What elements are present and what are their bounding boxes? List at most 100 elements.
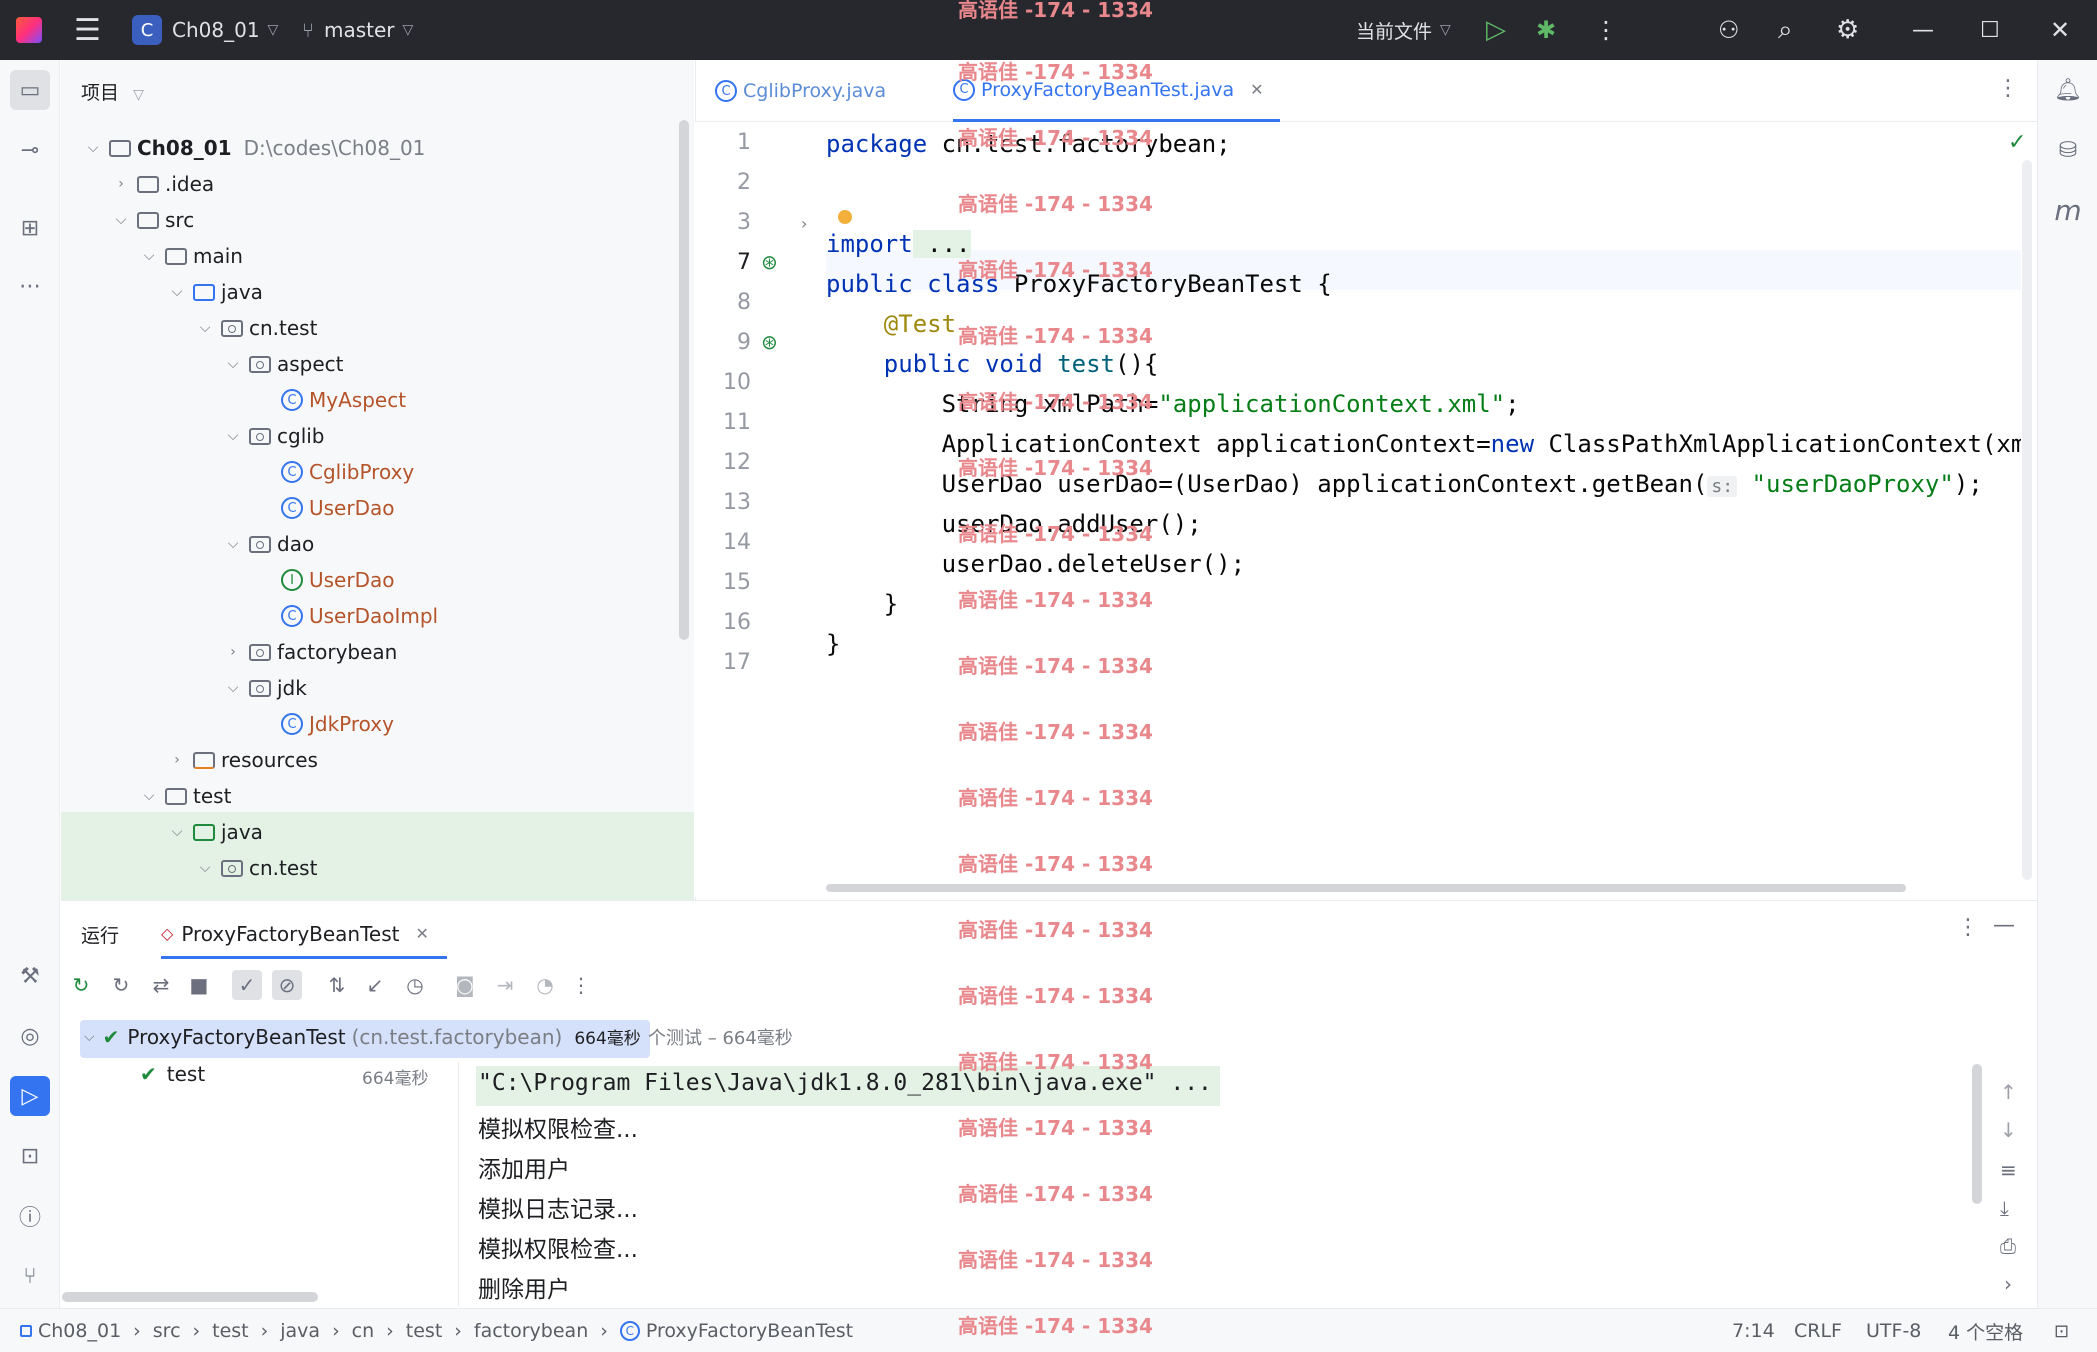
project-scrollbar[interactable] bbox=[679, 120, 689, 640]
tree-item[interactable]: › .idea bbox=[111, 166, 214, 202]
more-icon[interactable]: ⋮ bbox=[566, 970, 596, 1000]
run-panel-options-icon[interactable]: ⋮ bbox=[1957, 915, 1979, 940]
horizontal-scrollbar[interactable] bbox=[826, 884, 1906, 892]
code-editor[interactable]: package cn.test.factorybean; import ... … bbox=[826, 122, 2021, 892]
tree-item[interactable]: ⌵ cn.test bbox=[195, 850, 318, 886]
rerun-failed-icon[interactable]: ↻ bbox=[106, 970, 136, 1000]
breadcrumb-item[interactable]: test bbox=[212, 1320, 249, 1342]
hide-panel-icon[interactable]: — bbox=[1993, 913, 2015, 938]
project-folder-icon[interactable]: ▭ bbox=[10, 70, 50, 110]
more-tools-icon[interactable]: ⋯ bbox=[10, 266, 50, 306]
lock-icon[interactable]: ⊡ bbox=[2054, 1309, 2069, 1352]
tree-item[interactable]: I UserDao bbox=[281, 562, 394, 598]
breadcrumb-item[interactable]: cn bbox=[352, 1320, 375, 1342]
file-encoding[interactable]: UTF-8 bbox=[1866, 1309, 1921, 1352]
problems-icon[interactable]: ⓘ bbox=[10, 1196, 50, 1236]
fold-chevron-icon[interactable]: › bbox=[801, 214, 807, 233]
breadcrumb-item[interactable]: java bbox=[280, 1320, 320, 1342]
show-ignored-icon[interactable]: ⊘ bbox=[272, 970, 302, 1000]
project-switcher[interactable]: C Ch08_01 ▽ bbox=[132, 0, 278, 60]
coverage-icon[interactable]: ◔ bbox=[530, 970, 560, 1000]
tree-item[interactable]: › factorybean bbox=[223, 634, 397, 670]
close-tab-icon[interactable]: ✕ bbox=[1250, 80, 1263, 99]
main-menu-icon[interactable]: ☰ bbox=[74, 0, 101, 60]
terminal-icon[interactable]: ⊡ bbox=[10, 1136, 50, 1176]
console-scrollbar[interactable] bbox=[1972, 1064, 1982, 1204]
show-passed-icon[interactable]: ✓ bbox=[232, 970, 262, 1000]
test-tree-scrollbar[interactable] bbox=[62, 1292, 318, 1302]
more-actions-icon[interactable]: ⋮ bbox=[1594, 0, 1618, 60]
maven-icon[interactable]: m bbox=[2048, 190, 2088, 230]
tree-item[interactable]: ⌵ dao bbox=[223, 526, 315, 562]
run-test-class-icon[interactable]: ⊛ bbox=[761, 250, 778, 274]
tab-cglibproxy[interactable]: C CglibProxy.java bbox=[715, 60, 886, 122]
export-icon[interactable]: ⇥ bbox=[490, 970, 520, 1000]
search-icon[interactable]: ⌕ bbox=[1778, 0, 1793, 60]
run-tab[interactable]: ◇ ProxyFactoryBeanTest ✕ bbox=[161, 911, 447, 959]
project-panel-header[interactable]: 项目 ▽ bbox=[81, 78, 144, 105]
more-chevron-icon[interactable]: › bbox=[2004, 1272, 2012, 1296]
tree-item[interactable]: C UserDao bbox=[281, 490, 394, 526]
close-window-icon[interactable]: ✕ bbox=[2050, 0, 2070, 60]
tree-item[interactable]: C CglibProxy bbox=[281, 454, 414, 490]
tree-item[interactable]: ⌵ jdk bbox=[223, 670, 307, 706]
scroll-to-end-icon[interactable]: ⤓ bbox=[2000, 1196, 2009, 1220]
print-icon[interactable]: ⎙ bbox=[2000, 1234, 2016, 1258]
run-tool-icon[interactable]: ▷ bbox=[10, 1076, 50, 1116]
test-child-row[interactable]: ✔ test bbox=[140, 1062, 205, 1086]
tab-proxyfactorybeantest[interactable]: C ProxyFactoryBeanTest.java ✕ bbox=[953, 60, 1280, 122]
rerun-icon[interactable]: ↻ bbox=[66, 970, 96, 1000]
tree-item[interactable]: › resources bbox=[167, 742, 318, 778]
tree-item[interactable]: ⌵ main bbox=[139, 238, 243, 274]
soft-wrap-icon[interactable]: ≡ bbox=[2000, 1158, 2017, 1182]
maximize-icon[interactable]: ☐ bbox=[1980, 0, 2000, 60]
breadcrumb-item[interactable]: test bbox=[406, 1320, 443, 1342]
breadcrumb-item[interactable]: src bbox=[153, 1320, 181, 1342]
structure-icon[interactable]: ⊞ bbox=[10, 208, 50, 248]
close-tab-icon[interactable]: ✕ bbox=[416, 924, 429, 943]
git-icon[interactable]: ⑂ bbox=[10, 1256, 50, 1296]
settings-gear-icon[interactable]: ⚙ bbox=[1836, 0, 1859, 60]
services-icon[interactable]: ◎ bbox=[10, 1016, 50, 1056]
tree-item[interactable]: ⌵ java bbox=[167, 274, 263, 310]
toggle-auto-test-icon[interactable]: ⇄ bbox=[146, 970, 176, 1000]
tree-item[interactable]: C JdkProxy bbox=[281, 706, 394, 742]
scroll-up-icon[interactable]: ↑ bbox=[2000, 1080, 2017, 1104]
breadcrumb-item[interactable]: Ch08_01 bbox=[38, 1320, 121, 1342]
tree-item[interactable]: C MyAspect bbox=[281, 382, 406, 418]
minimize-icon[interactable]: — bbox=[1912, 0, 1934, 60]
collapse-icon[interactable]: ↙ bbox=[360, 970, 390, 1000]
commit-icon[interactable]: ⊸ bbox=[10, 130, 50, 170]
scroll-down-icon[interactable]: ↓ bbox=[2000, 1118, 2017, 1142]
database-icon[interactable]: ⛁ bbox=[2048, 130, 2088, 170]
build-hammer-icon[interactable]: ⚒ bbox=[10, 956, 50, 996]
snapshot-camera-icon[interactable]: ◙ bbox=[450, 970, 480, 1000]
tree-root[interactable]: ⌵ Ch08_01 D:\codes\Ch08_01 bbox=[83, 130, 426, 166]
debug-icon[interactable]: ✱ bbox=[1536, 0, 1556, 60]
breadcrumb-item[interactable]: ProxyFactoryBeanTest bbox=[646, 1320, 853, 1342]
tree-item[interactable]: ⌵ java bbox=[167, 814, 263, 850]
tree-item[interactable]: C UserDaoImpl bbox=[281, 598, 438, 634]
breadcrumb-item[interactable]: factorybean bbox=[474, 1320, 588, 1342]
run-config-selector[interactable]: 当前文件 ▽ bbox=[1356, 0, 1451, 60]
stop-icon[interactable]: ■ bbox=[184, 970, 214, 1000]
notifications-bell-icon[interactable]: 🔔︎ bbox=[2048, 70, 2088, 110]
run-test-method-icon[interactable]: ⊛ bbox=[761, 330, 778, 354]
add-user-icon[interactable]: ⚇ bbox=[1718, 0, 1740, 60]
line-separator[interactable]: CRLF bbox=[1794, 1309, 1842, 1352]
branch-switcher[interactable]: ⑂ master ▽ bbox=[302, 0, 413, 60]
editor-scrollbar[interactable] bbox=[2022, 160, 2032, 880]
tree-item[interactable]: ⌵ src bbox=[111, 202, 195, 238]
sort-icon[interactable]: ⇅ bbox=[322, 970, 352, 1000]
tab-options-icon[interactable]: ⋮ bbox=[1997, 76, 2019, 101]
test-root-row[interactable]: ⌵ ✔ ProxyFactoryBeanTest (cn.test.factor… bbox=[84, 1024, 641, 1050]
tree-item[interactable]: ⌵ cn.test bbox=[195, 310, 318, 346]
cursor-position[interactable]: 7:14 bbox=[1732, 1309, 1775, 1352]
tree-item[interactable]: ⌵ test bbox=[139, 778, 232, 814]
run-icon[interactable]: ▷ bbox=[1486, 0, 1506, 60]
tree-item[interactable]: ⌵ cglib bbox=[223, 418, 325, 454]
indent-setting[interactable]: 4 个空格 bbox=[1948, 1309, 2023, 1352]
intention-bulb-icon[interactable] bbox=[838, 210, 852, 224]
tree-item[interactable]: ⌵ aspect bbox=[223, 346, 344, 382]
history-clock-icon[interactable]: ◷ bbox=[400, 970, 430, 1000]
